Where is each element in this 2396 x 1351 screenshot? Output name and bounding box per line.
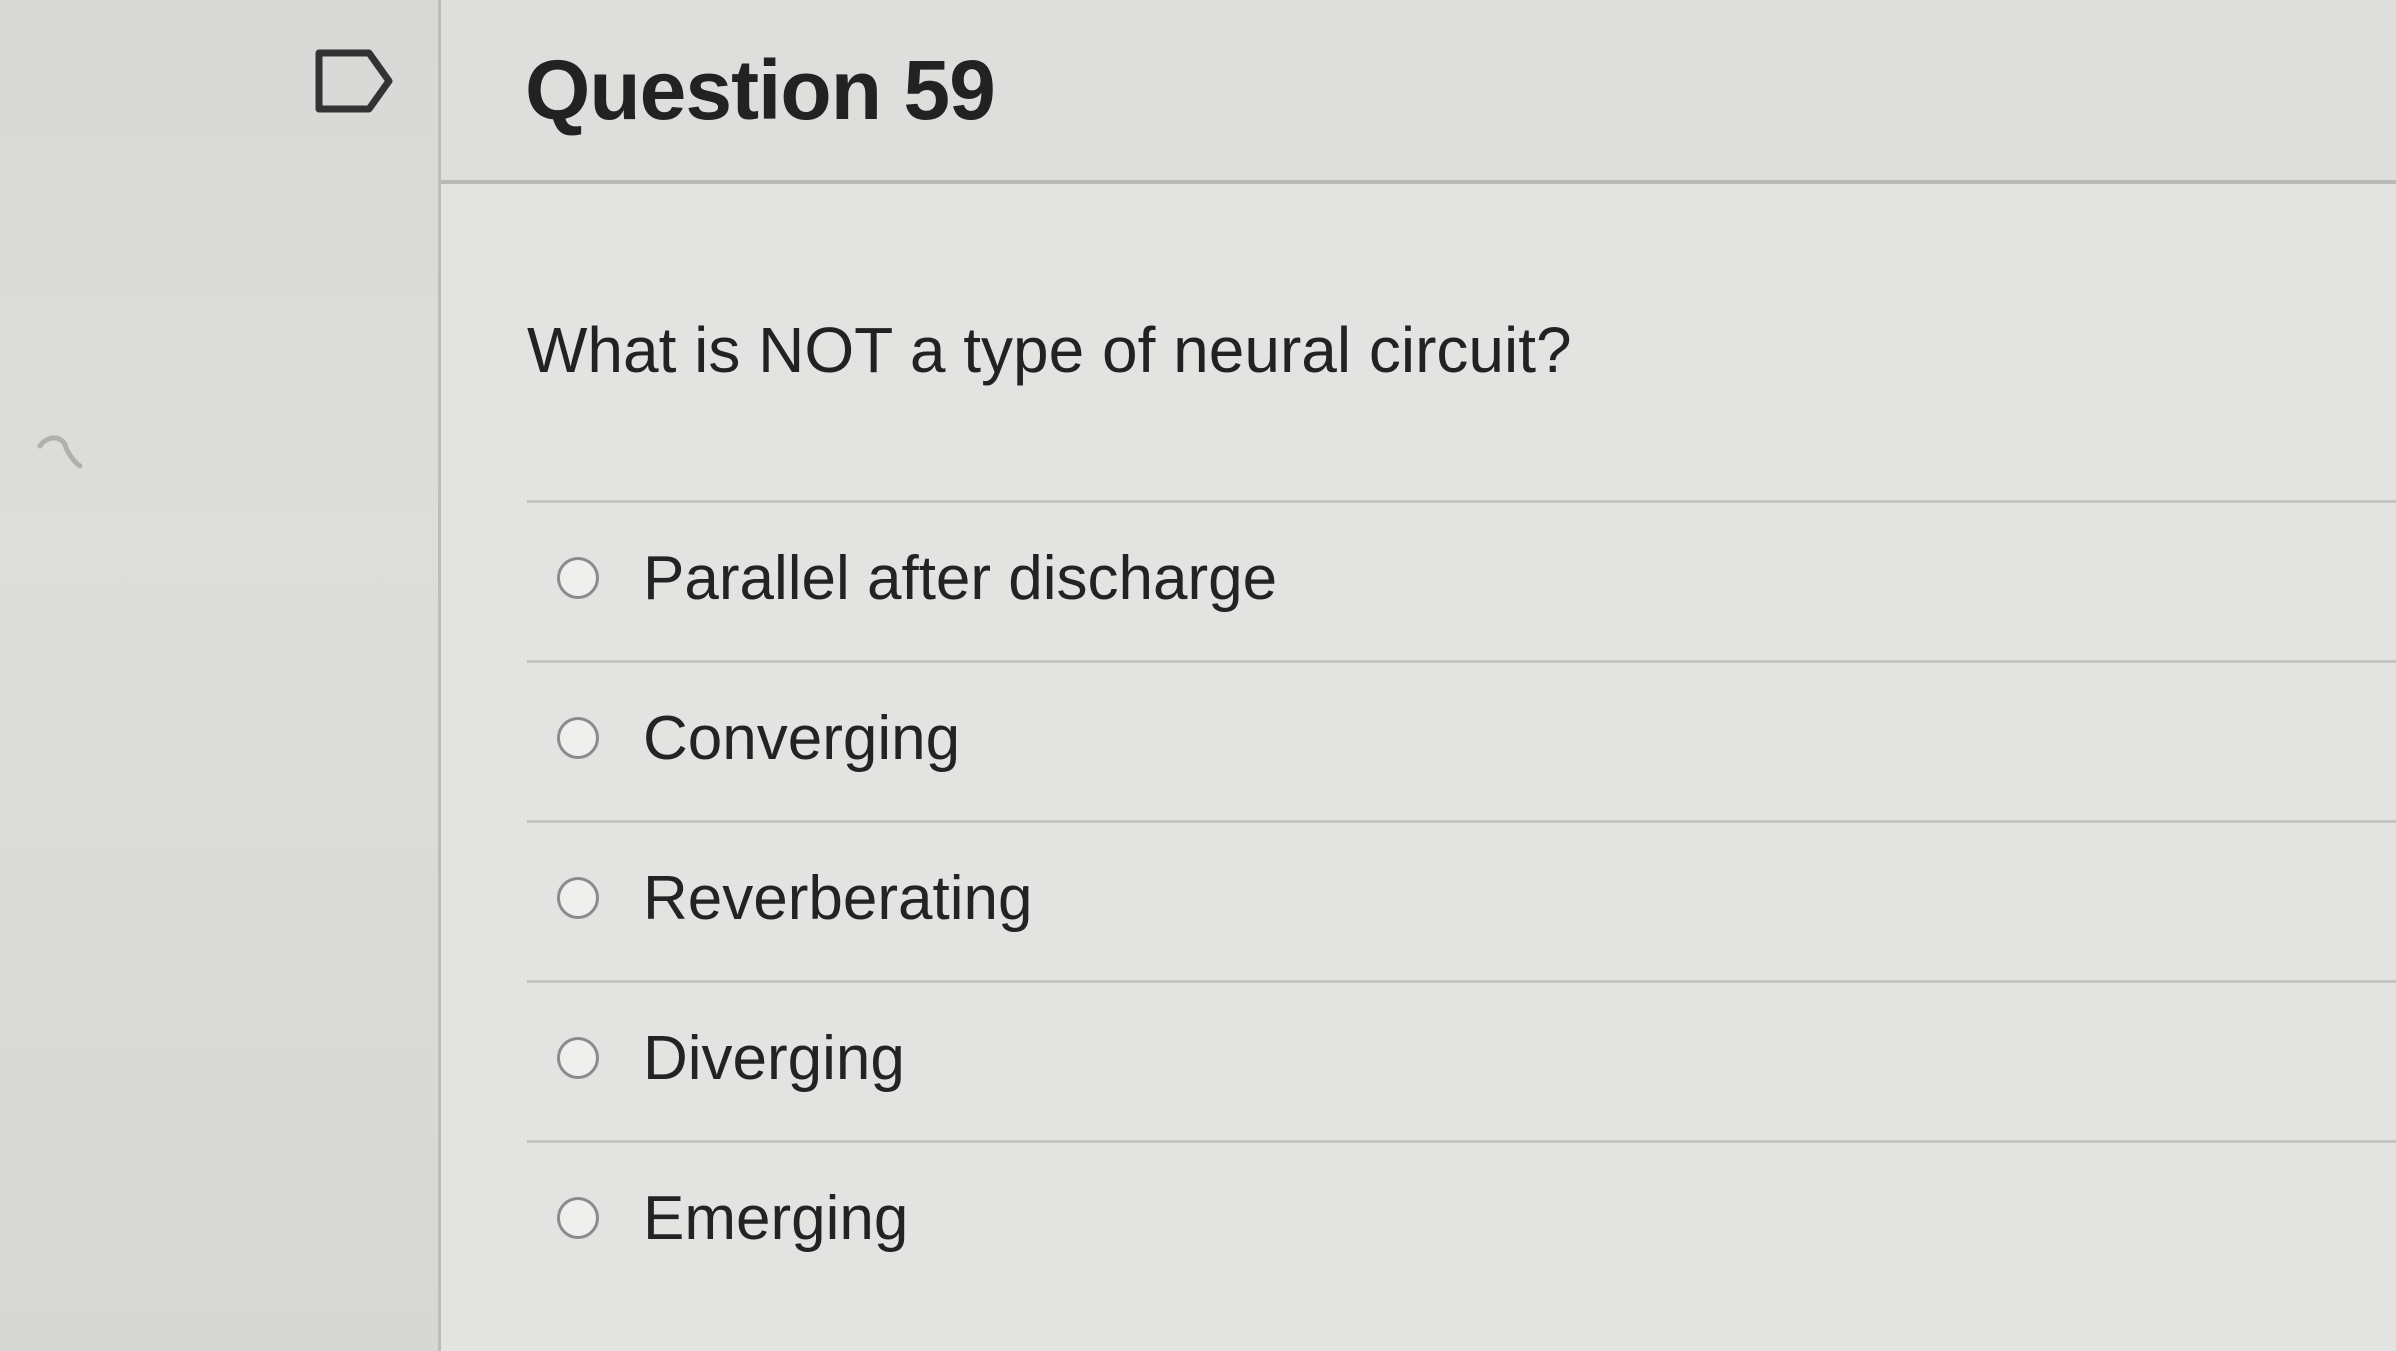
- answer-option-parallel-after-discharge[interactable]: Parallel after discharge: [527, 500, 2396, 660]
- answer-option-diverging[interactable]: Diverging: [527, 980, 2396, 1140]
- option-label[interactable]: Parallel after discharge: [643, 541, 1277, 617]
- radio-button[interactable]: [557, 557, 599, 599]
- radio-button[interactable]: [557, 717, 599, 759]
- flag-question-button[interactable]: [314, 48, 396, 114]
- answer-option-emerging[interactable]: Emerging: [527, 1140, 2396, 1300]
- left-gutter: [0, 0, 438, 1351]
- option-label[interactable]: Converging: [643, 701, 960, 777]
- pen-mark: [36, 426, 86, 476]
- option-label[interactable]: Emerging: [643, 1181, 908, 1257]
- answer-options: Parallel after discharge Converging Reve…: [527, 500, 2396, 1300]
- question-title: Question 59: [525, 43, 996, 137]
- option-label[interactable]: Reverberating: [643, 861, 1032, 937]
- radio-button[interactable]: [557, 877, 599, 919]
- flag-icon: [315, 49, 393, 113]
- option-label[interactable]: Diverging: [643, 1021, 905, 1097]
- radio-button[interactable]: [557, 1037, 599, 1079]
- question-card: Question 59 What is NOT a type of neural…: [438, 0, 2396, 1351]
- answer-option-converging[interactable]: Converging: [527, 660, 2396, 820]
- radio-button[interactable]: [557, 1197, 599, 1239]
- answer-option-reverberating[interactable]: Reverberating: [527, 820, 2396, 980]
- question-header: Question 59: [441, 0, 2396, 184]
- question-prompt: What is NOT a type of neural circuit?: [527, 314, 1572, 386]
